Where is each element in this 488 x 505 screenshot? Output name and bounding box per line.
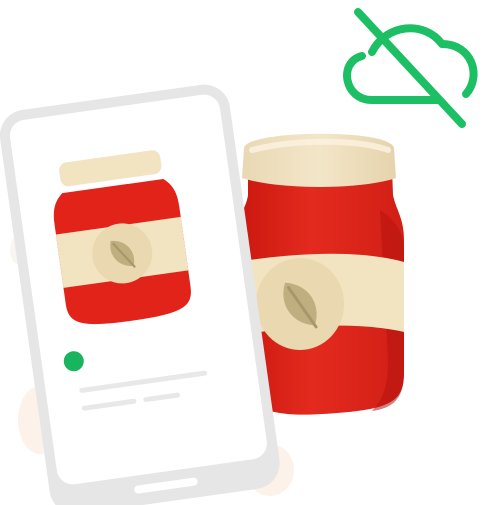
illustration-canvas — [0, 8, 478, 505]
cloud-off-icon — [343, 8, 478, 128]
